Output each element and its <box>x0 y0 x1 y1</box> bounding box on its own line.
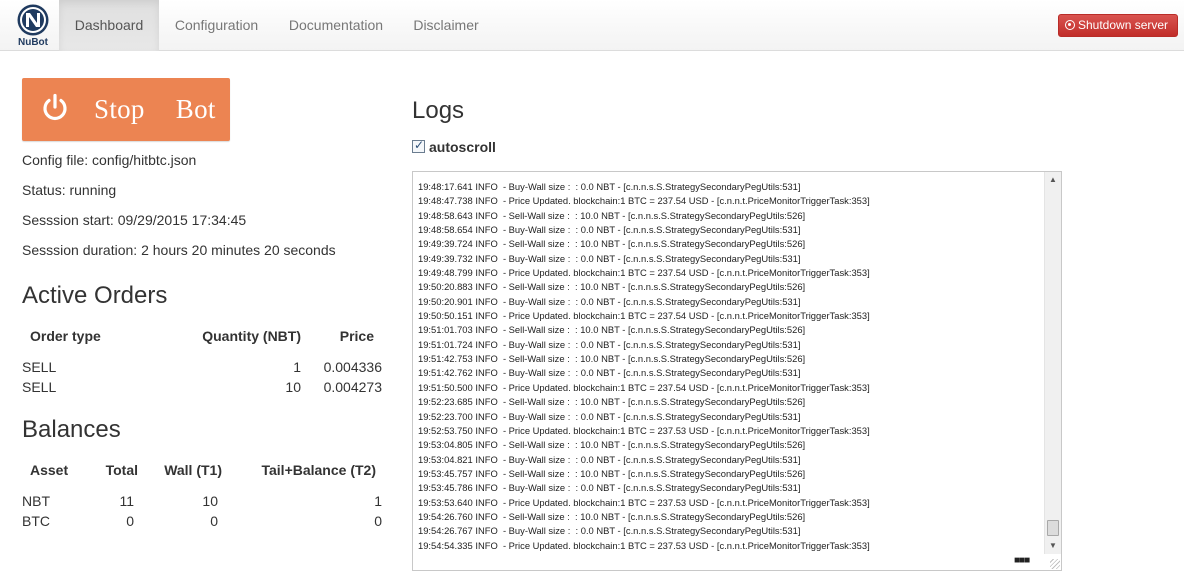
scroll-down-icon[interactable]: ▼ <box>1045 538 1061 554</box>
log-line: 19:49:48.799 INFO - Price Updated. block… <box>418 267 870 279</box>
log-line: 19:48:58.643 INFO - Sell-Wall size : : 1… <box>418 209 806 221</box>
balance-wall: 0 <box>210 513 218 529</box>
log-dots-icon: ■■■ <box>1014 555 1030 566</box>
stop-bot-label: Stop Bot <box>94 94 216 124</box>
log-line: 19:51:42.753 INFO - Sell-Wall size : : 1… <box>418 353 806 365</box>
balance-total: 11 <box>119 493 134 509</box>
balances-header-tail: Tail+Balance (T2) <box>261 462 376 478</box>
log-line: 19:51:01.703 INFO - Sell-Wall size : : 1… <box>418 324 806 336</box>
power-icon <box>43 93 67 121</box>
log-line: 19:50:50.151 INFO - Price Updated. block… <box>418 310 870 322</box>
balance-total: 0 <box>126 513 134 529</box>
nubot-logo[interactable]: NuBot <box>13 3 53 48</box>
orders-header-type: Order type <box>30 328 101 344</box>
log-line: 19:53:04.805 INFO - Sell-Wall size : : 1… <box>418 439 806 451</box>
log-line: 19:52:53.750 INFO - Price Updated. block… <box>418 424 870 436</box>
balances-title: Balances <box>22 416 121 443</box>
balances-header-wall: Wall (T1) <box>164 462 222 478</box>
order-row: SELL 10 0.004273 <box>22 377 384 397</box>
log-line: 19:54:26.767 INFO - Buy-Wall size : : 0.… <box>418 525 801 537</box>
top-navbar: NuBot Dashboard Configuration Documentat… <box>0 0 1184 51</box>
status-text: Status: running <box>22 182 117 198</box>
log-line: 19:51:42.762 INFO - Buy-Wall size : : 0.… <box>418 367 801 379</box>
scroll-up-icon[interactable]: ▲ <box>1045 172 1061 188</box>
log-line: 19:48:17.641 INFO - Buy-Wall size : : 0.… <box>418 181 801 192</box>
log-line: 19:48:58.654 INFO - Buy-Wall size : : 0.… <box>418 224 801 236</box>
nav-documentation[interactable]: Documentation <box>274 0 398 51</box>
autoscroll-checkbox[interactable] <box>412 138 425 153</box>
log-line: 19:51:01.724 INFO - Buy-Wall size : : 0.… <box>418 338 801 350</box>
balance-row: BTC 0 0 0 <box>22 511 384 531</box>
autoscroll-label: autoscroll <box>429 139 496 155</box>
log-line: 19:51:50.500 INFO - Price Updated. block… <box>418 381 870 393</box>
autoscroll-toggle[interactable]: autoscroll <box>412 138 496 155</box>
balances-table: Asset Total Wall (T1) Tail+Balance (T2) … <box>22 455 384 531</box>
order-row: SELL 1 0.004336 <box>22 357 384 377</box>
stop-bot-button[interactable]: Stop Bot <box>22 78 230 141</box>
log-line: 19:53:45.786 INFO - Buy-Wall size : : 0.… <box>418 482 801 494</box>
shutdown-server-button[interactable]: Shutdown server <box>1058 14 1178 37</box>
scroll-thumb[interactable] <box>1047 520 1059 536</box>
shutdown-label: Shutdown server <box>1078 18 1169 32</box>
log-line: 19:52:23.700 INFO - Buy-Wall size : : 0.… <box>418 410 801 422</box>
log-line: 19:49:39.732 INFO - Buy-Wall size : : 0.… <box>418 252 801 264</box>
log-line: 19:48:47.738 INFO - Price Updated. block… <box>418 195 870 207</box>
balance-wall: 10 <box>202 493 218 509</box>
order-price: 0.004273 <box>323 379 382 395</box>
balances-header-total: Total <box>105 462 138 478</box>
log-line: 19:50:20.883 INFO - Sell-Wall size : : 1… <box>418 281 806 293</box>
log-line: 19:54:26.760 INFO - Sell-Wall size : : 1… <box>418 510 806 522</box>
balance-row: NBT 11 10 1 <box>22 491 384 511</box>
session-start-text: Sesssion start: 09/29/2015 17:34:45 <box>22 212 247 228</box>
order-quantity: 10 <box>285 379 301 395</box>
balances-header-asset: Asset <box>30 462 69 478</box>
nav-disclaimer[interactable]: Disclaimer <box>398 0 494 51</box>
order-price: 0.004336 <box>323 359 382 375</box>
log-line: 19:53:53.640 INFO - Price Updated. block… <box>418 496 870 508</box>
order-type: SELL <box>22 379 57 395</box>
active-orders-table: Order type Quantity (NBT) Price SELL 1 0… <box>22 321 384 397</box>
log-line: 19:50:20.901 INFO - Buy-Wall size : : 0.… <box>418 295 801 307</box>
log-output[interactable]: 19:48:17.641 INFO - Buy-Wall size : : 0.… <box>412 171 1062 571</box>
orders-header-quantity: Quantity (NBT) <box>202 328 301 344</box>
order-type: SELL <box>22 359 57 375</box>
balance-asset: NBT <box>22 493 50 509</box>
balance-asset: BTC <box>22 513 50 529</box>
brand-text: NuBot <box>18 37 49 47</box>
log-line: 19:53:04.821 INFO - Buy-Wall size : : 0.… <box>418 453 801 465</box>
orders-header-price: Price <box>339 328 374 344</box>
log-scrollbar[interactable]: ▲ ▼ <box>1044 172 1061 554</box>
balance-tail: 1 <box>374 493 382 509</box>
orders-header-row: Order type Quantity (NBT) Price <box>22 321 384 351</box>
config-file-text: Config file: config/hitbtc.json <box>22 152 197 168</box>
active-orders-title: Active Orders <box>22 282 168 309</box>
session-duration-text: Sesssion duration: 2 hours 20 minutes 20… <box>22 242 336 258</box>
resize-grip-icon[interactable] <box>1050 559 1060 569</box>
log-line: 19:54:54.335 INFO - Price Updated. block… <box>418 539 870 551</box>
log-lines: 19:48:17.641 INFO - Buy-Wall size : : 0.… <box>418 180 1041 553</box>
log-line: 19:49:39.724 INFO - Sell-Wall size : : 1… <box>418 238 806 250</box>
logs-title: Logs <box>412 97 465 124</box>
log-line: 19:53:45.757 INFO - Sell-Wall size : : 1… <box>418 467 806 479</box>
nav-dashboard[interactable]: Dashboard <box>59 0 159 51</box>
balances-header-row: Asset Total Wall (T1) Tail+Balance (T2) <box>22 455 384 485</box>
power-circle-icon <box>1065 20 1075 30</box>
order-quantity: 1 <box>293 359 301 375</box>
nav-configuration[interactable]: Configuration <box>159 0 274 51</box>
balance-tail: 0 <box>374 513 382 529</box>
log-line: 19:52:23.685 INFO - Sell-Wall size : : 1… <box>418 396 806 408</box>
